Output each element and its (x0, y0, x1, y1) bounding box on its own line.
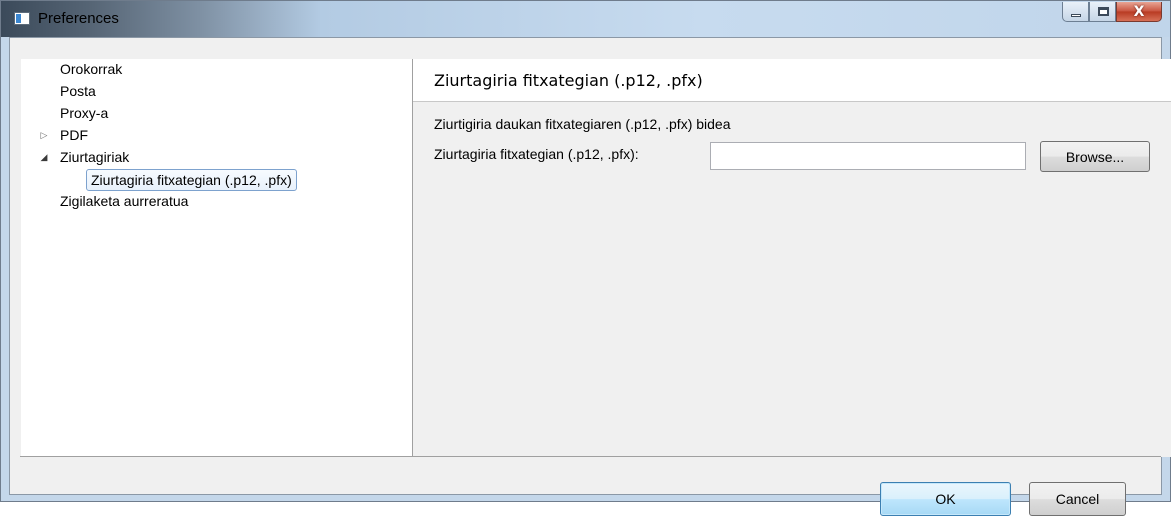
preference-page: Ziurtagiria fitxategian (.p12, .pfx) Ziu… (413, 59, 1171, 457)
tree-item-label: Ziurtagiriak (60, 149, 130, 165)
minimize-icon (1071, 14, 1081, 17)
window-title: Preferences (38, 10, 119, 27)
caption-buttons: X (1062, 2, 1162, 24)
expand-triangle-icon[interactable]: ▷ (38, 124, 50, 146)
page-title: Ziurtagiria fitxategian (.p12, .pfx) (434, 71, 703, 90)
certificate-file-label: Ziurtagiria fitxategian (.p12, .pfx): (434, 146, 639, 162)
minimize-button[interactable] (1062, 2, 1089, 22)
app-window-icon (14, 12, 30, 25)
collapse-triangle-icon[interactable]: ◢ (38, 146, 50, 168)
tree-item-label: Zigilaketa aurreratua (60, 193, 189, 209)
tree-item-label: Posta (60, 83, 96, 99)
dialog-client-area: Orokorrak Posta Proxy-a ▷ PDF ◢ Ziurtagi… (9, 37, 1171, 516)
title-bar[interactable]: Preferences X (1, 1, 1170, 37)
certificate-file-input[interactable] (710, 142, 1026, 170)
tree-item-proxy[interactable]: Proxy-a (60, 102, 108, 124)
tree-item-label: PDF (60, 127, 88, 143)
maximize-button[interactable] (1089, 2, 1116, 22)
close-icon: X (1133, 4, 1145, 20)
tree-item-pdf[interactable]: ▷ PDF (41, 124, 88, 146)
tree-item-label: Proxy-a (60, 105, 109, 121)
tree-item-label: Ziurtagiria fitxategian (.p12, .pfx) (91, 172, 292, 188)
browse-button[interactable]: Browse... (1040, 141, 1150, 172)
preferences-tree[interactable]: Orokorrak Posta Proxy-a ▷ PDF ◢ Ziurtagi… (21, 59, 413, 457)
page-description: Ziurtigiria daukan fitxategiaren (.p12, … (434, 116, 731, 132)
footer-separator (20, 456, 1161, 457)
maximize-icon (1098, 7, 1109, 16)
tree-item-ziurtagiria-fitxategian[interactable]: Ziurtagiria fitxategian (.p12, .pfx) (86, 169, 297, 191)
tree-item-orokorrak[interactable]: Orokorrak (60, 58, 122, 80)
preferences-window: Preferences X Orokorrak Posta Proxy-a ▷ … (0, 0, 1171, 516)
cancel-button[interactable]: Cancel (1029, 482, 1126, 516)
tree-item-posta[interactable]: Posta (60, 80, 96, 102)
tree-item-label: Orokorrak (60, 61, 123, 77)
tree-item-ziurtagiriak[interactable]: ◢ Ziurtagiriak (41, 146, 130, 168)
tree-item-zigilaketa-aurreratua[interactable]: Zigilaketa aurreratua (60, 190, 188, 212)
page-header: Ziurtagiria fitxategian (.p12, .pfx) (413, 59, 1171, 102)
close-button[interactable]: X (1116, 2, 1162, 22)
ok-button[interactable]: OK (880, 482, 1011, 516)
